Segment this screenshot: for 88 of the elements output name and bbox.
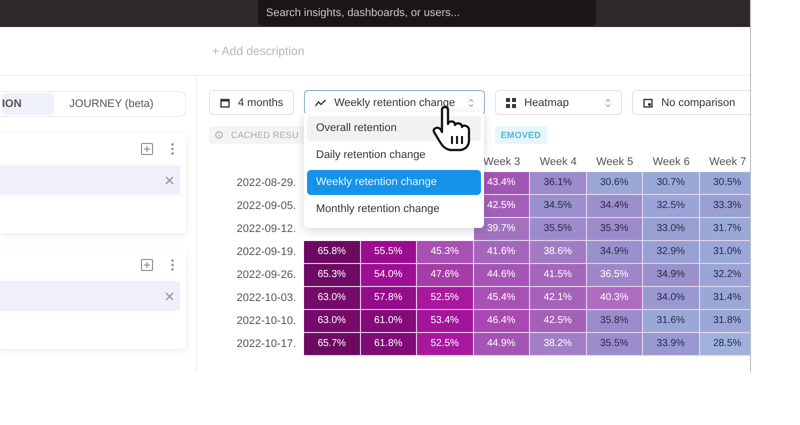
column-header: Week 4	[538, 155, 578, 170]
heatmap-cell: 38.6%	[530, 241, 586, 264]
heatmap-cell: 33.9%	[643, 333, 700, 356]
heatmap-cell: 32.5%	[643, 195, 700, 218]
heatmap-cell: 28.5%	[700, 333, 750, 356]
heatmap-cell: 34.0%	[643, 287, 700, 310]
heatmap-cell: 63.0%	[304, 310, 360, 333]
heatmap-cell: 47.6%	[417, 264, 474, 287]
column-header: Week 5	[595, 155, 634, 170]
heatmap-cell: 42.1%	[530, 287, 586, 310]
heatmap-cell: 32.9%	[643, 241, 700, 264]
heatmap-cell: 44.6%	[474, 264, 530, 287]
heatmap-cell: 39.7%	[474, 218, 530, 241]
heatmap-cell: 42.5%	[530, 310, 586, 333]
info-icon	[215, 131, 223, 139]
toolbar-select[interactable]: No comparison	[632, 90, 750, 115]
heatmap-cell: 45.4%	[474, 287, 530, 310]
heatmap-cell: 53.4%	[417, 310, 474, 333]
more-icon[interactable]	[171, 143, 174, 155]
close-icon[interactable]	[165, 176, 174, 184]
heatmap-cell: 31.8%	[700, 310, 750, 333]
grid-icon	[506, 98, 516, 108]
heatmap-cell: 52.5%	[417, 333, 474, 356]
status-chip: CACHED RESU	[209, 126, 305, 144]
heatmap-cell: 61.8%	[360, 333, 417, 356]
row-date: 2022-09-05.	[236, 199, 297, 214]
column-header: Week 3	[482, 155, 522, 170]
heatmap-cell: 54.0%	[360, 264, 417, 287]
menu-option[interactable]: Daily retention change	[307, 143, 481, 168]
trend-line-icon	[315, 98, 326, 106]
heatmap-cell: 35.8%	[586, 310, 643, 333]
heatmap-cell: 34.5%	[530, 195, 586, 218]
heatmap-cell: 33.3%	[700, 195, 750, 218]
chevron-icon	[605, 98, 612, 108]
row-date: 2022-09-26.	[236, 268, 297, 283]
heatmap-cell: 45.3%	[417, 241, 474, 264]
calendar-icon	[220, 98, 230, 108]
heatmap-cell: 32.2%	[700, 264, 750, 287]
column-header: Week 7	[708, 155, 748, 170]
heatmap-cell: 55.5%	[360, 241, 417, 264]
heatmap-cell: 35.5%	[530, 218, 586, 241]
close-icon[interactable]	[165, 292, 174, 300]
status-chip: EMOVED	[494, 126, 547, 144]
heatmap-cell: 34.4%	[586, 195, 643, 218]
heatmap-cell: 57.8%	[360, 287, 417, 310]
row-date: 2022-09-19.	[236, 245, 297, 260]
row-date: 2022-10-10.	[236, 314, 297, 329]
heatmap-cell: 63.0%	[304, 287, 360, 310]
heatmap-cell: 40.3%	[586, 287, 643, 310]
heatmap-cell: 35.5%	[586, 333, 643, 356]
heatmap-cell: 65.3%	[304, 264, 360, 287]
add-square-icon[interactable]	[141, 143, 153, 155]
row-date: 2022-08-29.	[236, 176, 297, 191]
heatmap-cell: 30.5%	[700, 172, 750, 195]
heatmap-cell: 41.5%	[530, 264, 586, 287]
heatmap-cell: 30.7%	[643, 172, 700, 195]
heatmap-cell: 38.2%	[530, 333, 586, 356]
heatmap-cell: 34.9%	[643, 264, 700, 287]
heatmap-cell: 31.4%	[700, 287, 750, 310]
heatmap-cell: 31.7%	[700, 218, 750, 241]
row-date: 2022-09-12.	[236, 222, 297, 237]
row-date: 2022-10-03.	[236, 291, 297, 306]
heatmap-cell: 65.8%	[304, 241, 360, 264]
toolbar-select[interactable]: Heatmap	[495, 90, 622, 115]
heatmap-cell: 52.5%	[417, 287, 474, 310]
heatmap-cell: 31.6%	[643, 310, 700, 333]
heatmap-cell: 36.5%	[586, 264, 643, 287]
heatmap-cell: 36.1%	[530, 172, 586, 195]
heatmap-cell: 41.6%	[474, 241, 530, 264]
row-date: 2022-10-17.	[236, 337, 297, 352]
heatmap-cell: 65.7%	[304, 333, 360, 356]
search-field[interactable]: Search insights, dashboards, or users...	[258, 0, 596, 26]
tab[interactable]: JOURNEY (beta)	[54, 93, 183, 115]
heatmap-cell: 34.9%	[586, 241, 643, 264]
more-icon[interactable]	[171, 259, 174, 271]
add-square-icon[interactable]	[141, 259, 153, 271]
calendar-icon	[643, 98, 654, 108]
chevron-icon	[468, 98, 474, 108]
heatmap-cell: 61.0%	[360, 310, 417, 333]
tab[interactable]: ION	[2, 93, 54, 115]
heatmap-cell: 33.0%	[643, 218, 700, 241]
heatmap-cell: 30.6%	[586, 172, 643, 195]
column-header: Week 6	[652, 155, 691, 170]
heatmap-cell: 46.4%	[474, 310, 530, 333]
heatmap-cell: 31.0%	[700, 241, 750, 264]
heatmap-cell: 44.9%	[474, 333, 530, 356]
heatmap-cell: 35.3%	[586, 218, 643, 241]
toolbar-select[interactable]: 4 months	[209, 90, 294, 115]
